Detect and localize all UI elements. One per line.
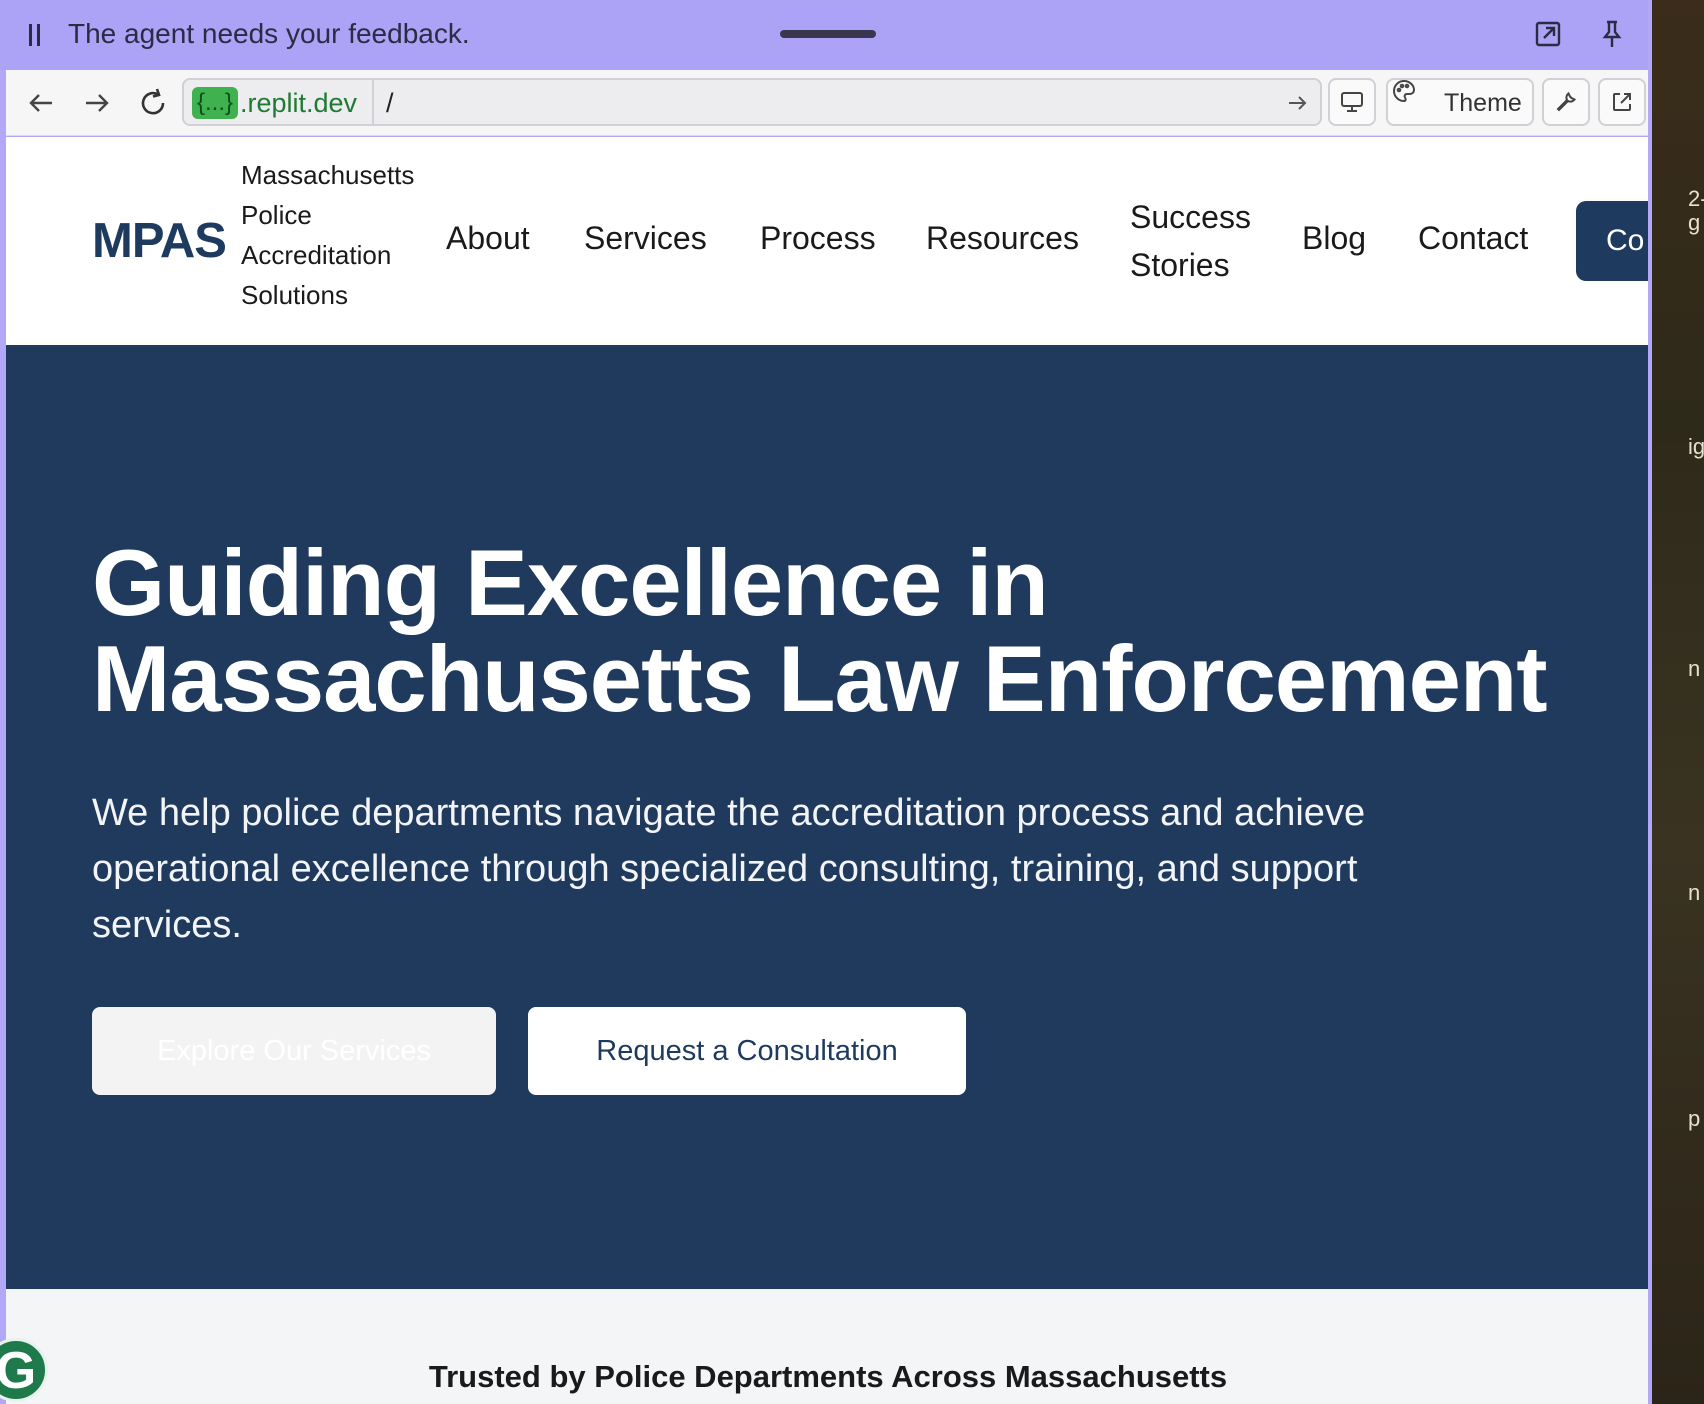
browser-toolbar: {...} .replit.dev / Theme (6, 70, 1648, 136)
site-header: MPAS Massachusetts Police Accreditation … (6, 137, 1648, 345)
organization-name-line: Solutions (241, 280, 348, 310)
nav-process[interactable]: Process (760, 220, 876, 257)
agent-feedback-banner: The agent needs your feedback. (0, 0, 1648, 70)
background-desktop-strip: 2- g ig n n p (1652, 0, 1704, 1404)
background-text-fragment: ig (1688, 434, 1704, 459)
external-link-icon (1613, 93, 1631, 111)
organization-name: Massachusetts Police Accreditation Solut… (241, 155, 451, 315)
device-preview-button[interactable] (1328, 78, 1376, 126)
website-viewport: MPAS Massachusetts Police Accreditation … (6, 137, 1648, 1404)
trusted-heading: Trusted by Police Departments Across Mas… (428, 1359, 1228, 1394)
organization-name-line: Accreditation (241, 240, 392, 270)
background-text-fragment: g (1688, 210, 1701, 235)
nav-resources[interactable]: Resources (926, 220, 1079, 257)
hero-title-line: Guiding Excellence in (92, 530, 1049, 635)
nav-success-stories[interactable]: Success Stories (1130, 193, 1270, 289)
preview-window: The agent needs your feedback. {...} .re… (0, 0, 1652, 1404)
nav-about[interactable]: About (446, 220, 530, 257)
url-path[interactable]: / (386, 88, 394, 119)
drag-handle[interactable] (780, 30, 876, 38)
theme-button[interactable]: Theme (1386, 78, 1534, 126)
devtools-button[interactable] (1542, 78, 1590, 126)
hero-title: Guiding Excellence in Massachusetts Law … (92, 535, 1632, 727)
reload-icon[interactable] (136, 86, 170, 120)
hero-section: Guiding Excellence in Massachusetts Law … (6, 345, 1648, 1289)
organization-name-line: Police (241, 200, 312, 230)
site-logo[interactable]: MPAS (92, 213, 227, 269)
background-text-fragment: 2- (1688, 186, 1704, 211)
forward-icon[interactable] (80, 86, 114, 120)
back-icon[interactable] (24, 86, 58, 120)
wrench-icon (1556, 92, 1576, 112)
background-text-fragment: p (1688, 1106, 1701, 1131)
hero-subtitle: We help police departments navigate the … (92, 792, 1366, 946)
address-bar[interactable]: {...} .replit.dev / (182, 78, 1322, 126)
banner-message: The agent needs your feedback. (68, 18, 470, 49)
organization-name-line: Massachusetts (241, 160, 415, 190)
nav-contact[interactable]: Contact (1418, 220, 1528, 257)
explore-services-button[interactable]: Explore Our Services (92, 1007, 496, 1095)
expand-icon[interactable] (1532, 18, 1564, 50)
go-arrow-icon[interactable] (1286, 92, 1308, 114)
nav-services[interactable]: Services (584, 220, 707, 257)
url-divider (372, 80, 374, 124)
pause-icon[interactable] (28, 24, 42, 46)
pin-icon[interactable] (1596, 18, 1628, 50)
header-cta-button[interactable]: Co (1576, 201, 1648, 281)
background-text-fragment: n (1688, 656, 1701, 681)
url-badge: {...} (192, 87, 238, 119)
theme-label: Theme (1444, 89, 1522, 117)
trusted-section: Trusted by Police Departments Across Mas… (6, 1289, 1648, 1404)
background-text-fragment: n (1688, 880, 1701, 905)
hero-title-line: Massachusetts Law Enforcement (92, 626, 1548, 731)
open-new-tab-button[interactable] (1598, 78, 1646, 126)
monitor-icon (1341, 92, 1363, 112)
url-domain: .replit.dev (240, 88, 358, 118)
request-consultation-button[interactable]: Request a Consultation (528, 1007, 966, 1095)
nav-blog[interactable]: Blog (1302, 220, 1366, 257)
